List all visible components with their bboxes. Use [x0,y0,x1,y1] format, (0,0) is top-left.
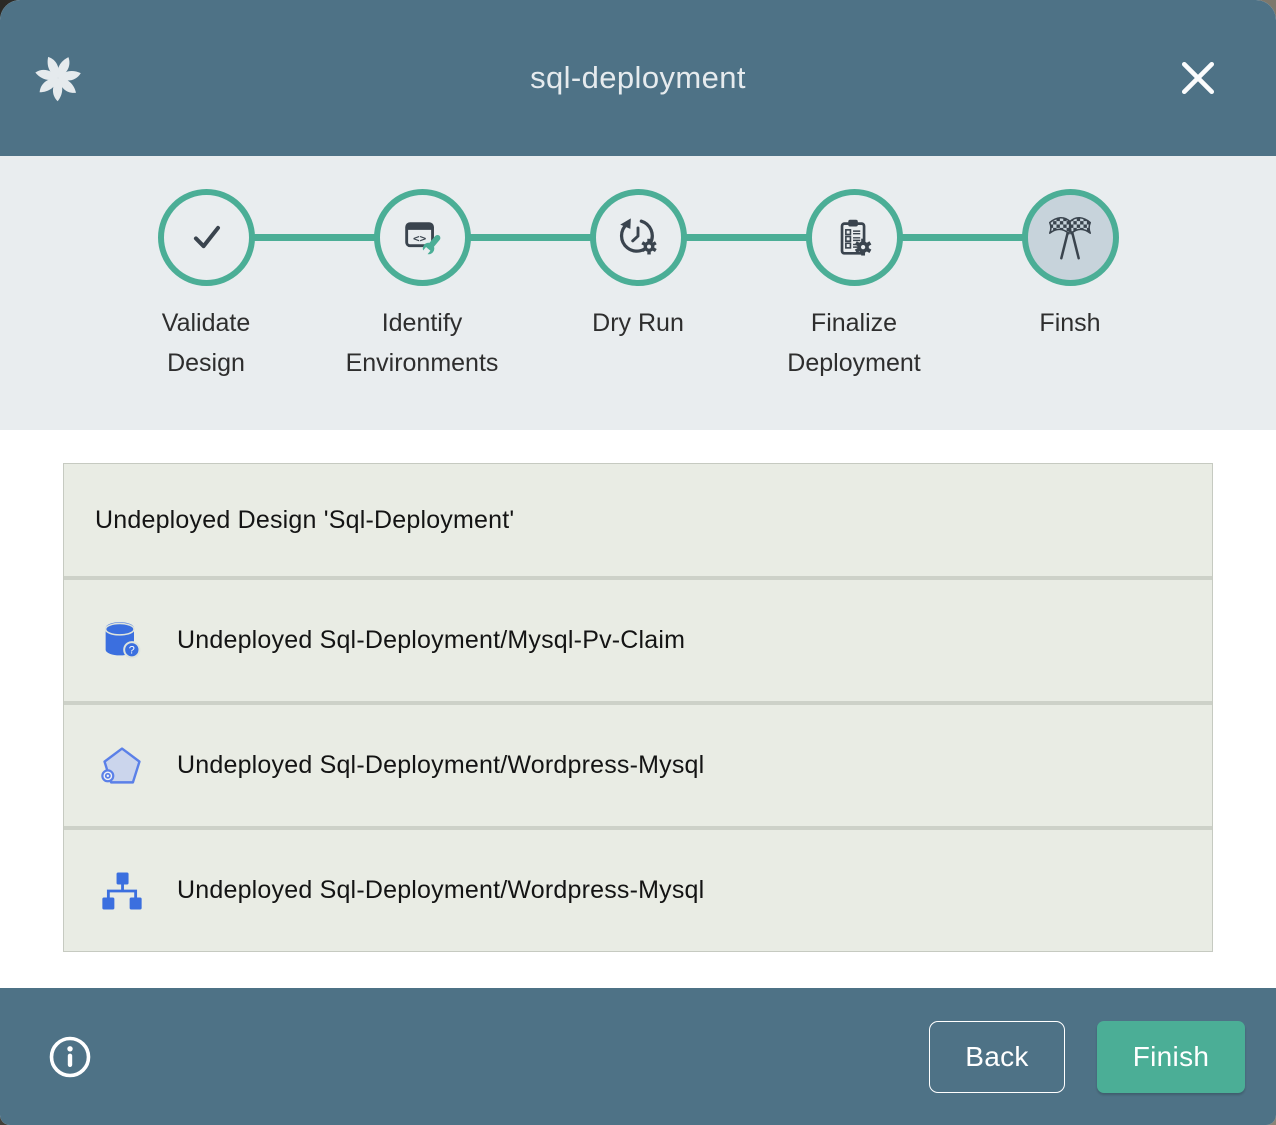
step-label: Identify Environments [346,303,499,383]
svg-text:?: ? [129,644,135,656]
result-text: Undeployed Sql-Deployment/Mysql-Pv-Claim [177,626,685,655]
dialog-header: sql-deployment [0,0,1276,156]
step-circle-dry-run [590,189,687,286]
close-icon [1179,59,1217,97]
step-identify-environments: <> Identify Environments [314,156,530,383]
step-label: Finalize Deployment [787,303,920,383]
step-label: Finsh [1039,303,1100,343]
back-button[interactable]: Back [929,1021,1065,1093]
database-question-icon: ? [98,617,146,665]
step-label: Dry Run [592,303,684,343]
result-row-wordpress-mysql-deployment: Undeployed Sql-Deployment/Wordpress-Mysq… [64,830,1212,951]
result-text: Undeployed Sql-Deployment/Wordpress-Mysq… [177,876,704,905]
result-row-mysql-pv-claim: ? Undeployed Sql-Deployment/Mysql-Pv-Cla… [64,580,1212,701]
dialog-title: sql-deployment [0,60,1276,96]
step-label: Validate Design [162,303,251,383]
clipboard-gear-icon [831,215,877,261]
close-button[interactable] [1178,58,1218,98]
step-circle-identify-environments: <> [374,189,471,286]
result-text: Undeployed Sql-Deployment/Wordpress-Mysq… [177,751,704,780]
results-content: Undeployed Design 'Sql-Deployment' ? Und… [0,430,1276,988]
step-circle-finish [1022,189,1119,286]
hierarchy-tree-icon [98,867,146,915]
finish-flags-icon [1043,211,1097,265]
info-icon [47,1034,93,1080]
deployment-results-panel: Undeployed Design 'Sql-Deployment' ? Und… [63,463,1213,952]
wizard-stepper: Validate Design <> [0,156,1276,430]
pentagon-pod-icon [98,742,146,790]
info-button[interactable] [46,1033,94,1081]
check-icon [183,215,229,261]
design-status-row: Undeployed Design 'Sql-Deployment' [64,464,1212,576]
step-finish: Finsh [962,156,1178,383]
dialog-footer: Back Finish [0,988,1276,1125]
step-validate-design: Validate Design [98,156,314,383]
step-finalize-deployment: Finalize Deployment [746,156,962,383]
svg-text:<>: <> [413,231,427,244]
history-gear-icon [615,215,661,261]
finish-button[interactable]: Finish [1097,1021,1245,1093]
step-circle-finalize-deployment [806,189,903,286]
design-status-text: Undeployed Design 'Sql-Deployment' [95,506,514,535]
code-window-wrench-icon: <> [399,215,445,261]
deployment-wizard-dialog: sql-deployment Vali [0,0,1276,1125]
step-dry-run: Dry Run [530,156,746,383]
result-row-wordpress-mysql-service: Undeployed Sql-Deployment/Wordpress-Mysq… [64,705,1212,826]
step-circle-validate-design [158,189,255,286]
